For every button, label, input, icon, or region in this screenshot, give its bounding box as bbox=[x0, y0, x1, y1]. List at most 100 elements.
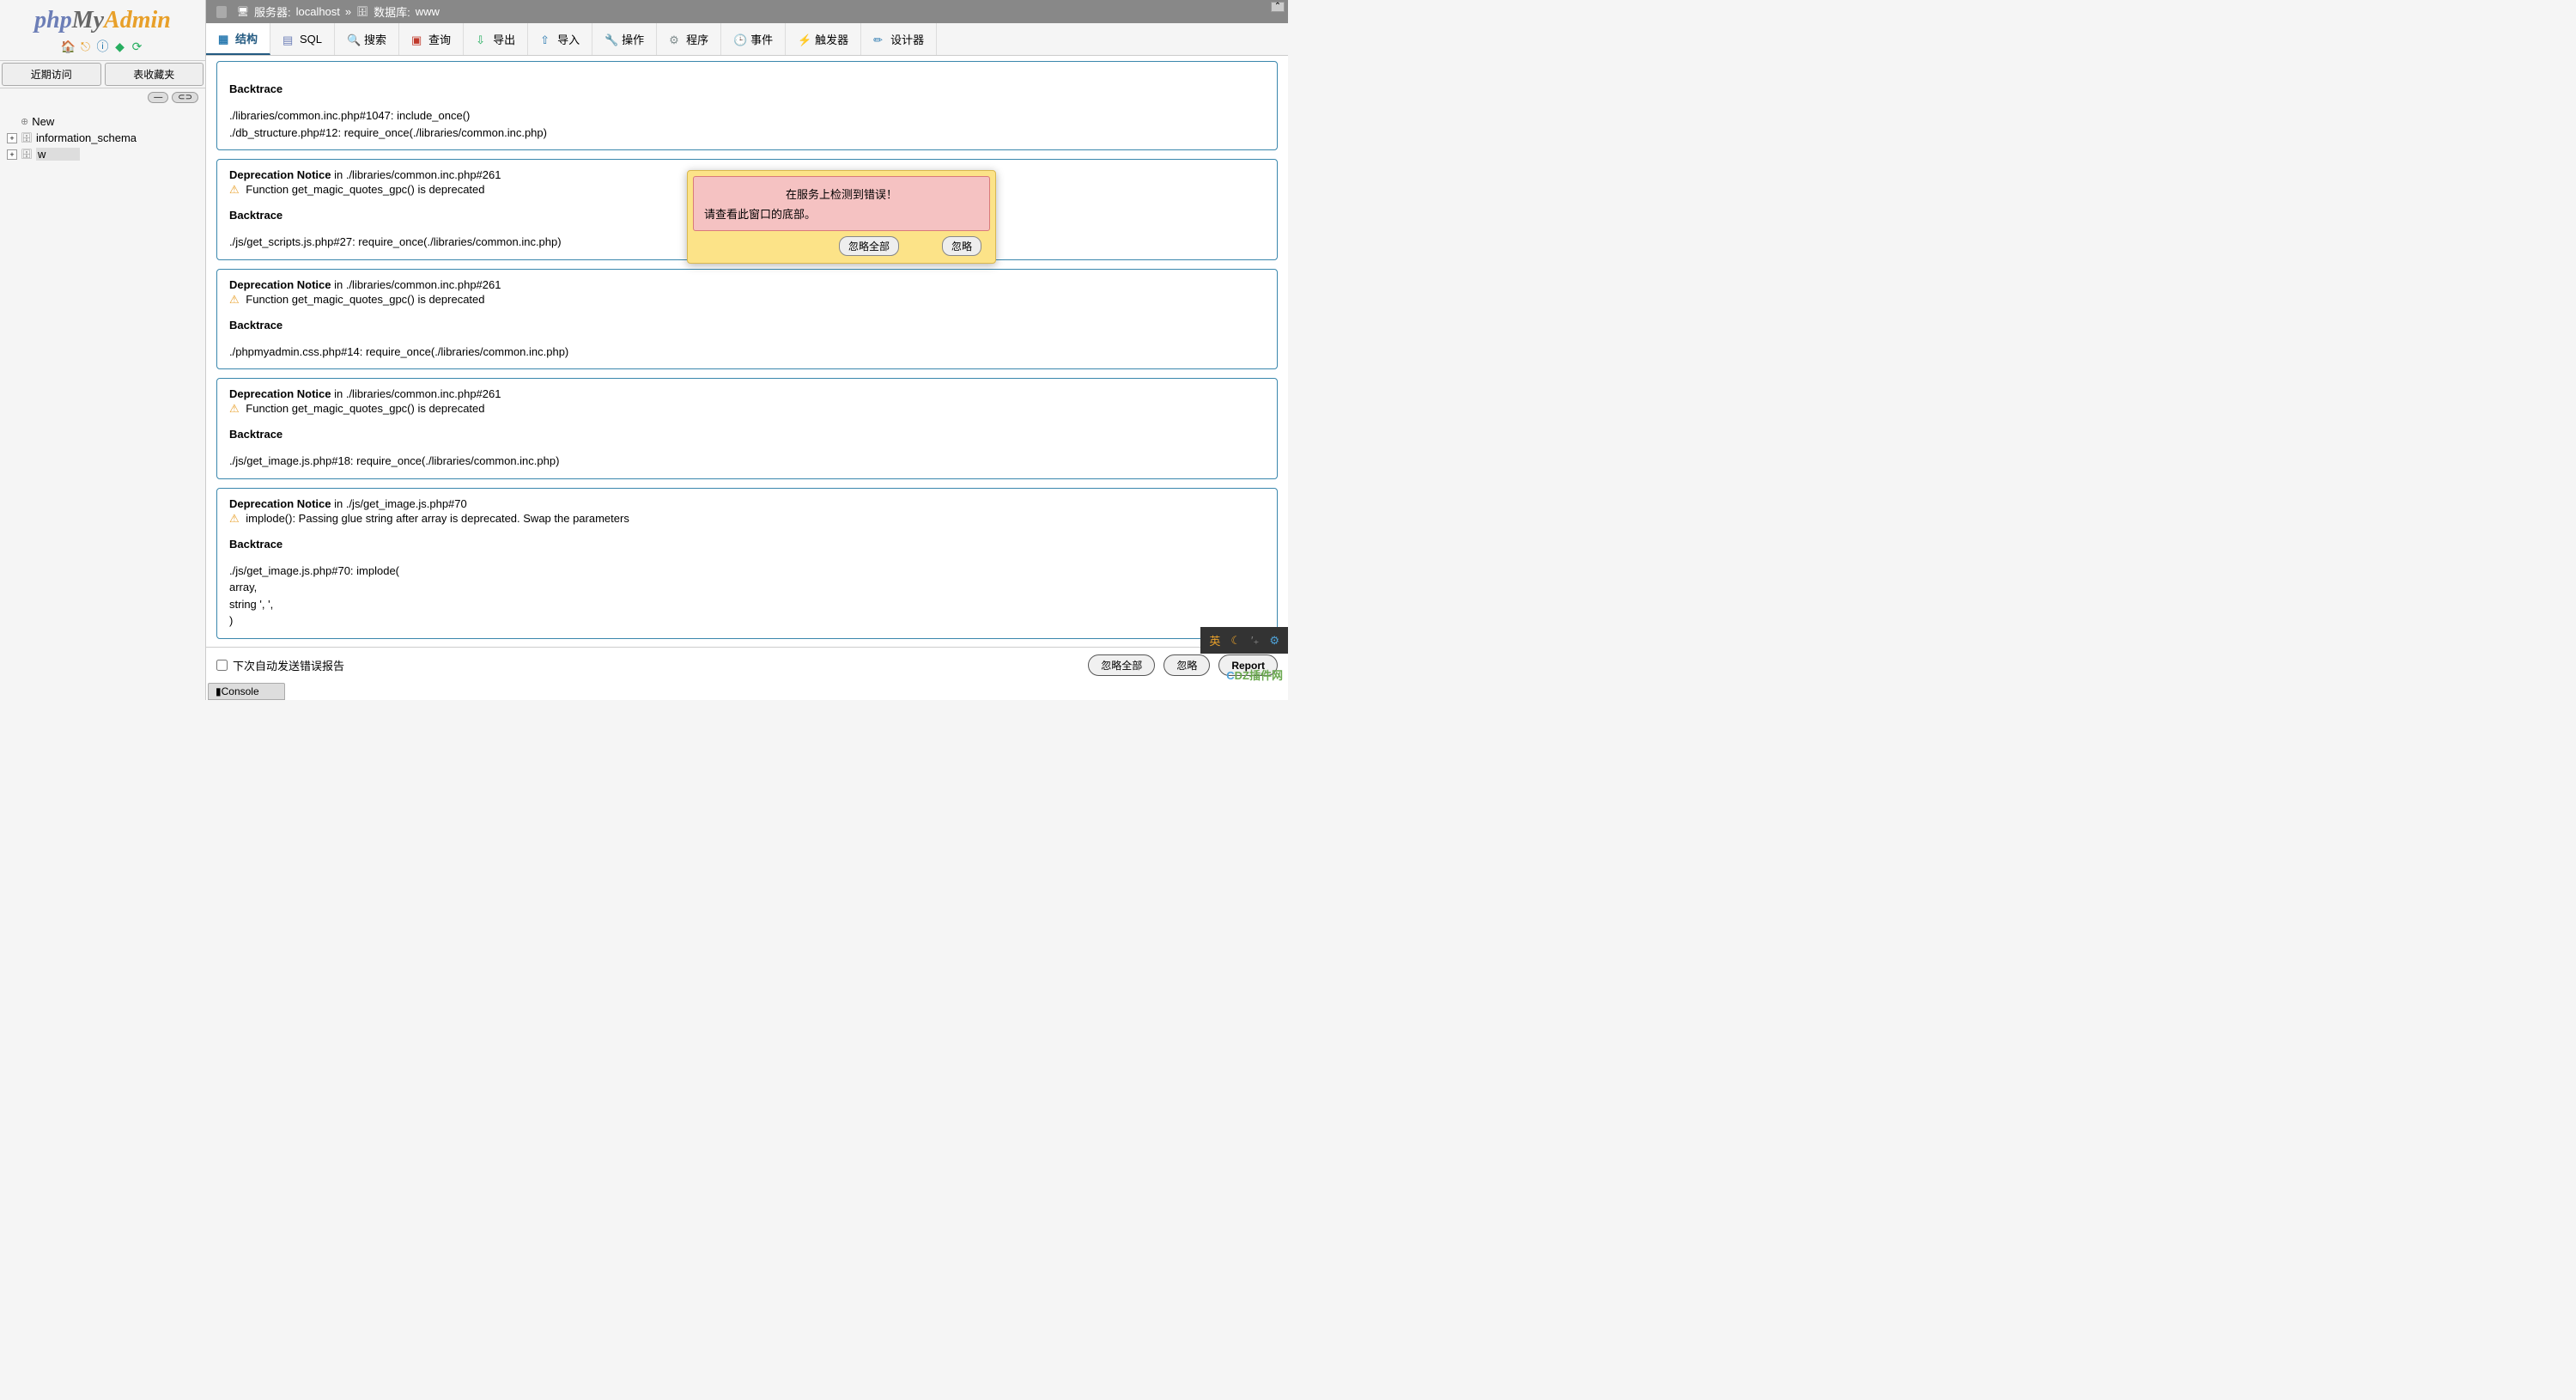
backtrace-line: ./js/get_image.js.php#70: implode( bbox=[229, 563, 1265, 580]
tab-bar: ▦结构 ▤SQL 🔍搜索 ▣查询 ⇩导出 ⇧导入 🔧操作 ⚙程序 🕒事件 ⚡触发… bbox=[206, 23, 1288, 56]
recent-tabs: 近期访问 表收藏夹 bbox=[0, 60, 205, 88]
notice-message: ⚠ implode(): Passing glue string after a… bbox=[229, 512, 1265, 526]
ime-lang[interactable]: 英 bbox=[1209, 632, 1220, 648]
triggers-icon: ⚡ bbox=[798, 33, 810, 46]
database-icon: 🗄 bbox=[21, 132, 33, 143]
app-root: phpMyAdmin 🏠 ⎋ ⓘ ◆ ⟳ 近期访问 表收藏夹 — ⊂⊃ ⊕ Ne… bbox=[0, 0, 1288, 700]
docs-icon[interactable]: ⓘ bbox=[96, 40, 110, 53]
modal-title: 在服务上检测到错误！ bbox=[704, 186, 979, 202]
bc-server-value[interactable]: localhost bbox=[296, 5, 340, 18]
bc-db-value[interactable]: www bbox=[416, 5, 440, 18]
tab-import[interactable]: ⇧导入 bbox=[528, 23, 592, 55]
tree-information-schema[interactable]: + 🗄 information_schema bbox=[7, 130, 205, 146]
tab-search[interactable]: 🔍搜索 bbox=[335, 23, 399, 55]
backtrace-heading: Backtrace bbox=[229, 428, 1265, 441]
recent-tab[interactable]: 近期访问 bbox=[2, 63, 101, 86]
ignore-button[interactable]: 忽略 bbox=[1163, 654, 1210, 676]
backtrace-line: ./libraries/common.inc.php#1047: include… bbox=[229, 107, 1265, 125]
notice-title: Deprecation Notice in ./libraries/common… bbox=[229, 387, 1265, 400]
operations-icon: 🔧 bbox=[605, 33, 617, 46]
collapse-tree-icon[interactable]: — bbox=[148, 92, 168, 103]
logo[interactable]: phpMyAdmin bbox=[0, 0, 205, 36]
footer-bar: 下次自动发送错误报告 忽略全部 忽略 Report bbox=[206, 647, 1288, 683]
backtrace-heading: Backtrace bbox=[229, 82, 1265, 95]
db-tree: ⊕ New + 🗄 information_schema + 🗄 w bbox=[0, 107, 205, 162]
warning-icon: ⚠ bbox=[229, 293, 240, 306]
backtrace-line: ./db_structure.php#12: require_once(./li… bbox=[229, 125, 1265, 142]
deprecation-notice: Deprecation Notice in ./libraries/common… bbox=[216, 378, 1278, 479]
tree-db-w[interactable]: + 🗄 w bbox=[7, 146, 205, 162]
backtrace-line: ./js/get_image.js.php#18: require_once(.… bbox=[229, 453, 1265, 470]
backtrace-heading: Backtrace bbox=[229, 538, 1265, 551]
tab-sql[interactable]: ▤SQL bbox=[270, 23, 335, 55]
link-tree-icon[interactable]: ⊂⊃ bbox=[172, 92, 198, 103]
sql-icon: ▤ bbox=[283, 33, 295, 46]
deprecation-notice: Backtrace ./libraries/common.inc.php#1047… bbox=[216, 61, 1278, 150]
error-modal: 在服务上检测到错误！ 请查看此窗口的底部。 忽略全部 忽略 bbox=[687, 170, 996, 264]
tab-procedures[interactable]: ⚙程序 bbox=[657, 23, 721, 55]
notice-message: ⚠ Function get_magic_quotes_gpc() is dep… bbox=[229, 293, 1265, 307]
structure-icon: ▦ bbox=[218, 33, 230, 45]
moon-icon[interactable]: ☾ bbox=[1230, 634, 1241, 648]
deprecation-notice: Deprecation Notice in ./libraries/common… bbox=[216, 269, 1278, 370]
tab-structure[interactable]: ▦结构 bbox=[206, 23, 270, 55]
auto-send-checkbox[interactable] bbox=[216, 660, 228, 671]
logout-icon[interactable]: ⎋ bbox=[79, 40, 93, 53]
warning-icon: ⚠ bbox=[229, 183, 240, 196]
notice-title: Deprecation Notice in ./libraries/common… bbox=[229, 278, 1265, 291]
query-icon: ▣ bbox=[411, 33, 423, 46]
modal-ignore-button[interactable]: 忽略 bbox=[942, 236, 981, 256]
bc-server-label: 服务器: bbox=[254, 3, 291, 20]
error-modal-body: 在服务上检测到错误！ 请查看此窗口的底部。 bbox=[693, 176, 990, 231]
backtrace-line: array, bbox=[229, 579, 1265, 596]
warning-icon: ⚠ bbox=[229, 512, 240, 525]
favorites-tab[interactable]: 表收藏夹 bbox=[105, 63, 204, 86]
main: ⌃ 🖥 服务器: localhost » 🗄 数据库: www ▦结构 ▤SQL… bbox=[206, 0, 1288, 700]
notice-title: Deprecation Notice in ./js/get_image.js.… bbox=[229, 497, 1265, 510]
divider-icon: ′₊ bbox=[1251, 634, 1259, 648]
procedures-icon: ⚙ bbox=[669, 33, 681, 46]
backtrace-line: ./phpmyadmin.css.php#14: require_once(./… bbox=[229, 344, 1265, 361]
tab-triggers[interactable]: ⚡触发器 bbox=[786, 23, 861, 55]
server-icon: 🖥 bbox=[237, 6, 249, 17]
tab-export[interactable]: ⇩导出 bbox=[464, 23, 528, 55]
deprecation-notice: Deprecation Notice in ./js/get_image.js.… bbox=[216, 488, 1278, 639]
notice-message: ⚠ Function get_magic_quotes_gpc() is dep… bbox=[229, 402, 1265, 416]
sidebar-toolbar: 🏠 ⎋ ⓘ ◆ ⟳ bbox=[0, 36, 205, 60]
ime-bar: 英 ☾ ′₊ ⚙ bbox=[1200, 627, 1288, 654]
modal-message: 请查看此窗口的底部。 bbox=[704, 205, 979, 222]
logo-my: My bbox=[72, 7, 104, 33]
tree-new[interactable]: ⊕ New bbox=[7, 113, 205, 130]
tab-designer[interactable]: ✏设计器 bbox=[861, 23, 937, 55]
import-icon: ⇧ bbox=[540, 33, 552, 46]
collapse-panel-icon[interactable]: ⌃ bbox=[1271, 2, 1285, 12]
query-window-icon[interactable]: ◆ bbox=[113, 40, 127, 53]
search-icon: 🔍 bbox=[347, 33, 359, 46]
breadcrumb: 🖥 服务器: localhost » 🗄 数据库: www bbox=[206, 0, 1288, 23]
hide-sidebar-icon[interactable] bbox=[216, 6, 227, 18]
tab-operations[interactable]: 🔧操作 bbox=[592, 23, 657, 55]
tab-events[interactable]: 🕒事件 bbox=[721, 23, 786, 55]
expand-icon[interactable]: + bbox=[7, 133, 17, 143]
modal-ignore-all-button[interactable]: 忽略全部 bbox=[839, 236, 899, 256]
home-icon[interactable]: 🏠 bbox=[62, 40, 76, 53]
database-icon: 🗄 bbox=[21, 149, 33, 160]
bc-db-label: 数据库: bbox=[374, 3, 410, 20]
backtrace-line: string ', ', bbox=[229, 596, 1265, 613]
content-area: Backtrace ./libraries/common.inc.php#1047… bbox=[206, 56, 1288, 647]
watermark: CDZ插件网 bbox=[1226, 667, 1283, 683]
console-toggle[interactable]: ▮Console bbox=[208, 683, 285, 700]
sidebar: phpMyAdmin 🏠 ⎋ ⓘ ◆ ⟳ 近期访问 表收藏夹 — ⊂⊃ ⊕ Ne… bbox=[0, 0, 206, 700]
bc-sep: » bbox=[345, 5, 351, 18]
ignore-all-button[interactable]: 忽略全部 bbox=[1088, 654, 1155, 676]
tab-query[interactable]: ▣查询 bbox=[399, 23, 464, 55]
export-icon: ⇩ bbox=[476, 33, 488, 46]
gear-icon[interactable]: ⚙ bbox=[1269, 634, 1279, 648]
logo-admin: Admin bbox=[104, 7, 171, 33]
nav-controls: — ⊂⊃ bbox=[0, 88, 205, 107]
expand-icon[interactable]: + bbox=[7, 149, 17, 160]
reload-icon[interactable]: ⟳ bbox=[131, 40, 144, 53]
new-db-icon: ⊕ bbox=[21, 116, 28, 127]
auto-send-label: 下次自动发送错误报告 bbox=[233, 657, 344, 673]
logo-php: php bbox=[34, 7, 72, 33]
